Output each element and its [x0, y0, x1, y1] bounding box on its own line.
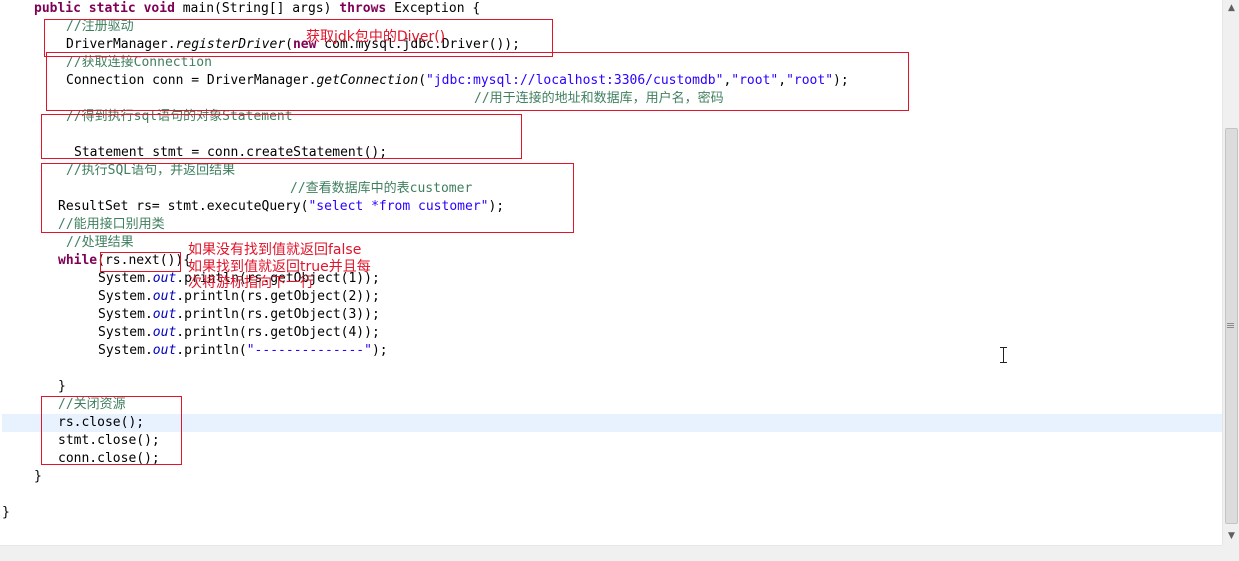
code-text: System.: [98, 325, 153, 340]
code-line-18[interactable]: System.out.println(rs.getObject(4));: [98, 324, 380, 342]
code-editor[interactable]: public static void main(String[] args) t…: [0, 0, 1222, 545]
code-text: System.: [98, 343, 153, 358]
keyword: public: [34, 1, 81, 16]
current-line-highlight: [2, 414, 1222, 432]
code-line-17[interactable]: System.out.println(rs.getObject(3));: [98, 306, 380, 324]
keyword: static: [88, 1, 136, 16]
code-text: Exception {: [386, 1, 481, 16]
scroll-grip-icon: [1225, 322, 1236, 332]
annotation-note-next-1: 如果没有找到值就返回false: [188, 242, 362, 258]
annotation-box-next: [100, 252, 181, 272]
annotation-box-connection: [46, 52, 909, 111]
code-line-1[interactable]: public static void main(String[] args) t…: [34, 0, 480, 18]
keyword: throws: [339, 1, 387, 16]
annotation-note-diver: 获取jdk包中的Diver(): [306, 29, 446, 45]
field-name: out: [152, 325, 177, 340]
code-text: .println(rs.getObject(3));: [176, 307, 380, 322]
code-text: main(String[] args): [174, 1, 340, 16]
code-line-19[interactable]: System.out.println("--------------");: [98, 342, 388, 360]
keyword: while: [58, 253, 98, 268]
annotation-box-execute: [41, 163, 574, 233]
code-text: System.: [98, 289, 153, 304]
code-line-20[interactable]: }: [58, 378, 66, 396]
vertical-scrollbar[interactable]: ▲ ▼: [1222, 0, 1239, 545]
annotation-box-statement: [41, 114, 522, 159]
ibeam-cursor-icon: [999, 346, 1008, 364]
horizontal-scrollbar[interactable]: [0, 545, 1222, 561]
field-name: out: [152, 307, 177, 322]
field-name: out: [152, 343, 177, 358]
code-text: System.: [98, 307, 153, 322]
scroll-up-icon[interactable]: ▲: [1223, 0, 1239, 17]
code-line-25[interactable]: }: [34, 468, 42, 486]
annotation-note-next-3: 次将游标指向下一行: [188, 275, 314, 291]
scrollbar-corner: [1222, 545, 1239, 561]
field-name: out: [152, 289, 177, 304]
code-text: .println(rs.getObject(4));: [176, 325, 380, 340]
string-literal: "--------------": [246, 343, 372, 358]
field-name: out: [152, 271, 177, 286]
code-text: .println(: [176, 343, 247, 358]
code-text: System.: [98, 271, 153, 286]
code-text: );: [371, 343, 388, 358]
code-line-26[interactable]: }: [2, 504, 10, 522]
code-line-13[interactable]: //处理结果: [66, 234, 134, 252]
keyword: void: [143, 1, 175, 16]
annotation-box-close: [41, 396, 182, 465]
scroll-down-icon[interactable]: ▼: [1223, 528, 1239, 545]
